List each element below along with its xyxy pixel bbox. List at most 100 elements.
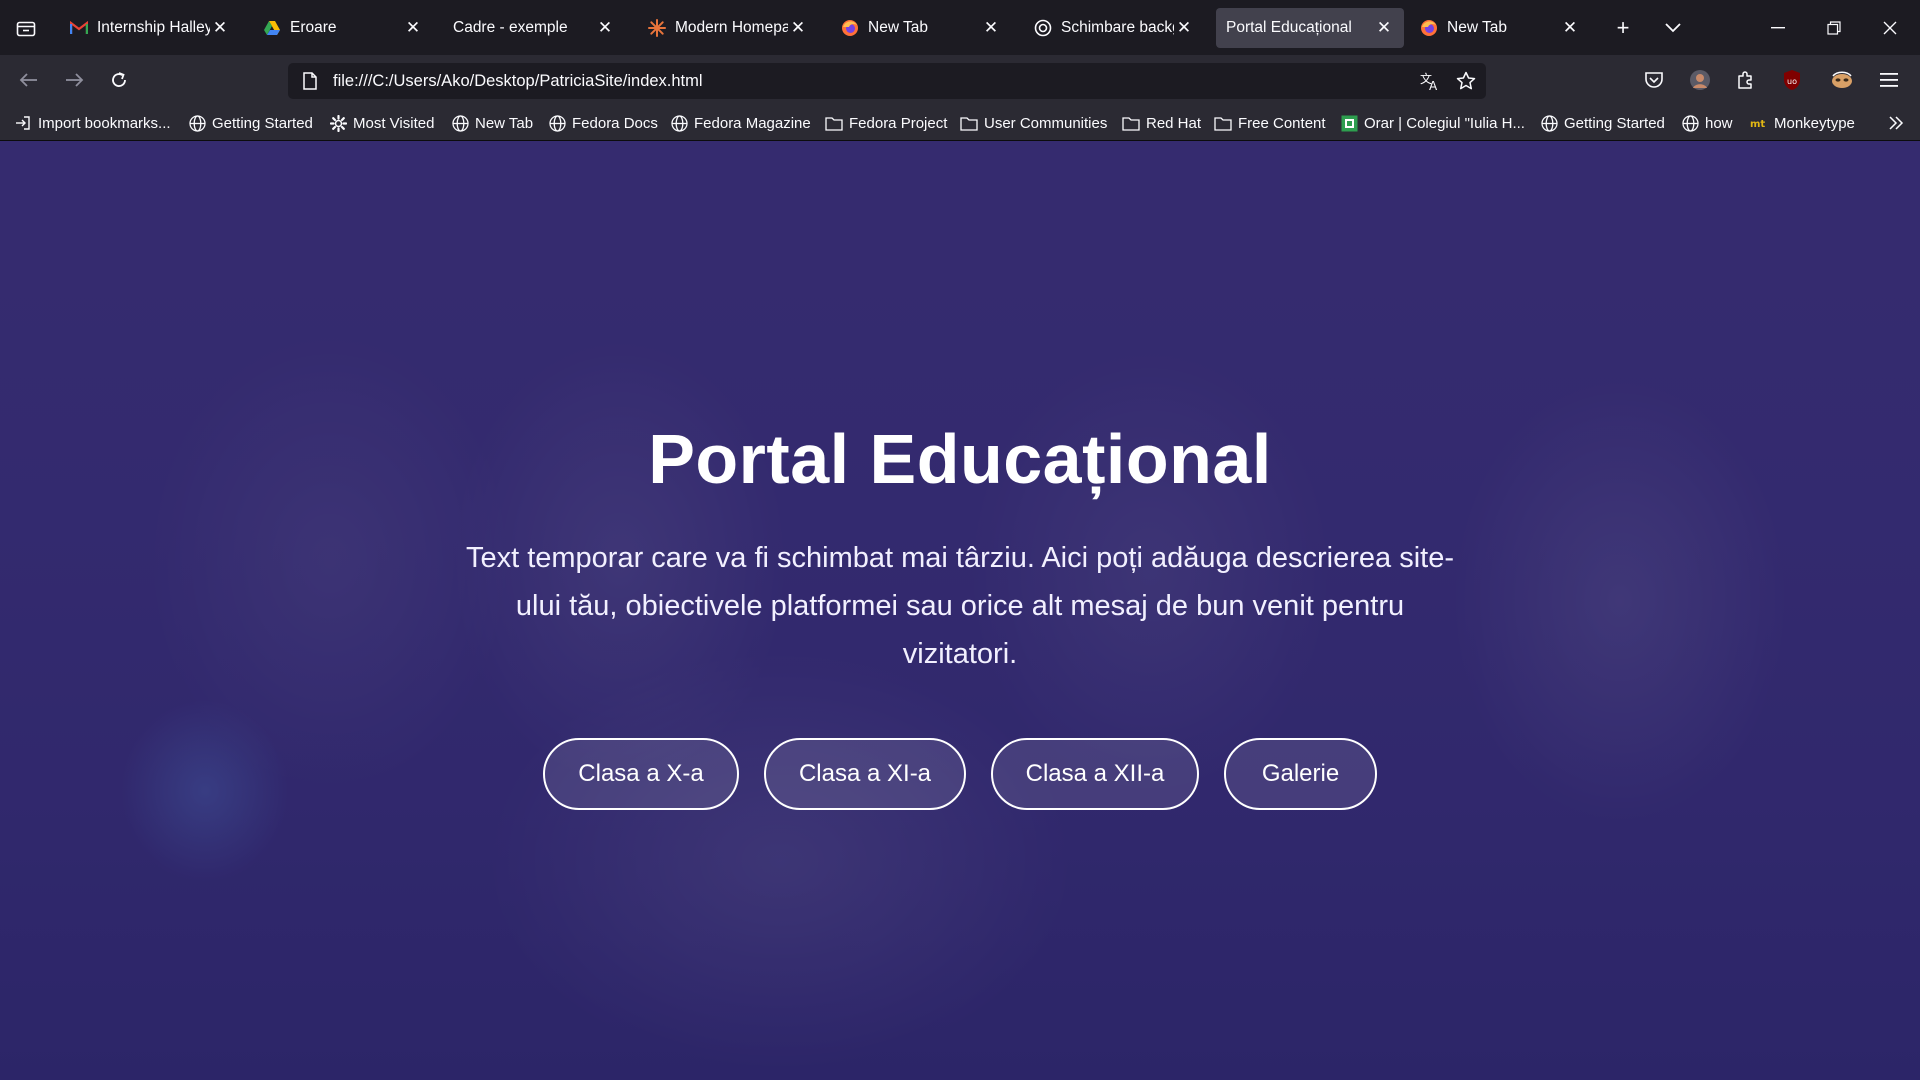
folder-icon: [960, 114, 978, 132]
navigation-toolbar: file:///C:/Users/Ako/Desktop/PatriciaSit…: [0, 55, 1920, 105]
bookmark-label: Import bookmarks...: [38, 114, 171, 132]
pocket-icon[interactable]: [1638, 64, 1670, 96]
firefox-icon: [1420, 19, 1438, 37]
hero-section: Portal Educațional Text temporar care va…: [0, 141, 1920, 1080]
bookmark-fedora-project[interactable]: Fedora Project: [825, 111, 947, 135]
bookmark-orar[interactable]: Orar | Colegiul "Iulia H...: [1340, 111, 1525, 135]
extension-face-icon[interactable]: [1826, 64, 1858, 96]
bookmark-getting-started-2[interactable]: Getting Started: [1540, 111, 1665, 135]
url-text[interactable]: file:///C:/Users/Ako/Desktop/PatriciaSit…: [333, 72, 1414, 91]
tab-eroare[interactable]: Eroare ✕: [253, 8, 433, 48]
close-tab-icon[interactable]: ✕: [1374, 18, 1394, 38]
spark-icon: [648, 19, 666, 37]
page-file-icon: [299, 70, 321, 92]
close-window-icon[interactable]: [1862, 0, 1918, 55]
bookmark-label: Orar | Colegiul "Iulia H...: [1364, 114, 1525, 132]
tab-title: Cadre - exemple: [453, 19, 568, 36]
close-tab-icon[interactable]: ✕: [788, 18, 808, 38]
bookmark-fedora-magazine[interactable]: Fedora Magazine: [670, 111, 811, 135]
globe-icon: [451, 114, 469, 132]
globe-icon: [548, 114, 566, 132]
bookmark-how[interactable]: how: [1681, 111, 1733, 135]
bookmark-label: Free Content: [1238, 114, 1326, 132]
close-tab-icon[interactable]: ✕: [403, 18, 423, 38]
new-tab-plus-icon[interactable]: +: [1607, 12, 1639, 44]
address-bar[interactable]: file:///C:/Users/Ako/Desktop/PatriciaSit…: [288, 63, 1486, 99]
close-tab-icon[interactable]: ✕: [595, 18, 615, 38]
tab-schimbare[interactable]: Schimbare backgr ✕: [1024, 8, 1204, 48]
tab-new-tab-2[interactable]: New Tab ✕: [1410, 8, 1590, 48]
green-site-icon: [1340, 114, 1358, 132]
bookmark-free-content[interactable]: Free Content: [1214, 111, 1326, 135]
page-title: Portal Educațional: [648, 420, 1272, 498]
hero-description: Text temporar care va fi schimbat mai tâ…: [465, 542, 1455, 670]
globe-icon: [670, 114, 688, 132]
google-drive-icon: [263, 19, 281, 37]
clasa-xii-button[interactable]: Clasa a XII-a: [991, 738, 1199, 810]
tab-title: Modern Homepag: [675, 19, 788, 36]
openai-icon: [1034, 19, 1052, 37]
translate-icon[interactable]: 文A: [1414, 65, 1446, 97]
hamburger-menu-icon[interactable]: [1873, 64, 1905, 96]
bookmark-star-icon[interactable]: [1450, 65, 1482, 97]
svg-text:mt: mt: [1750, 119, 1765, 129]
bookmark-getting-started[interactable]: Getting Started: [188, 111, 313, 135]
bookmark-red-hat[interactable]: Red Hat: [1122, 111, 1201, 135]
bookmark-monkeytype[interactable]: mt Monkeytype: [1750, 111, 1855, 135]
clasa-x-button[interactable]: Clasa a X-a: [543, 738, 739, 810]
globe-icon: [1540, 114, 1558, 132]
bookmarks-toolbar: Import bookmarks... Getting Started Most…: [0, 105, 1920, 141]
bookmark-import[interactable]: Import bookmarks...: [14, 111, 171, 135]
extensions-puzzle-icon[interactable]: [1730, 64, 1762, 96]
gear-icon: [329, 114, 347, 132]
tab-portal-educational[interactable]: Portal Educațional ✕: [1216, 8, 1404, 48]
import-icon: [14, 114, 32, 132]
bookmark-label: Getting Started: [1564, 114, 1665, 132]
bookmark-label: how: [1705, 114, 1733, 132]
tab-new-tab[interactable]: New Tab ✕: [831, 8, 1011, 48]
close-tab-icon[interactable]: ✕: [1174, 18, 1194, 38]
galerie-button[interactable]: Galerie: [1224, 738, 1377, 810]
bookmark-label: Red Hat: [1146, 114, 1202, 132]
close-tab-icon[interactable]: ✕: [210, 18, 230, 38]
tab-title: New Tab: [1447, 19, 1508, 36]
bookmark-label: Monkeytype: [1774, 114, 1855, 132]
ublock-origin-icon[interactable]: uo: [1776, 64, 1808, 96]
tab-title: Portal Educațional: [1226, 19, 1352, 36]
close-tab-icon[interactable]: ✕: [1560, 18, 1580, 38]
more-bookmarks-chevron-icon[interactable]: [1884, 111, 1908, 135]
reload-icon[interactable]: [102, 63, 136, 97]
bookmark-most-visited[interactable]: Most Visited: [329, 111, 434, 135]
folder-icon: [1122, 114, 1140, 132]
bookmark-label: Most Visited: [353, 114, 435, 132]
forward-arrow-icon[interactable]: [57, 63, 91, 97]
tab-title: Schimbare backgr: [1061, 19, 1174, 36]
svg-text:A: A: [1429, 79, 1438, 91]
monkeytype-icon: mt: [1750, 114, 1768, 132]
tab-overview-icon[interactable]: [10, 12, 42, 44]
close-tab-icon[interactable]: ✕: [981, 18, 1001, 38]
tab-list-chevron-icon[interactable]: [1657, 12, 1689, 44]
tab-modern-homepage[interactable]: Modern Homepag ✕: [638, 8, 818, 48]
tab-title: Eroare: [290, 19, 337, 36]
bookmark-user-communities[interactable]: User Communities: [960, 111, 1107, 135]
tab-strip: Internship Halley K ✕ Eroare ✕ Cadre - e…: [0, 0, 1920, 55]
tab-gmail[interactable]: Internship Halley K ✕: [60, 8, 240, 48]
clasa-xi-button[interactable]: Clasa a XI-a: [764, 738, 966, 810]
gmail-icon: [70, 19, 88, 37]
back-arrow-icon[interactable]: [12, 63, 46, 97]
tab-title: New Tab: [868, 19, 929, 36]
bookmark-new-tab[interactable]: New Tab: [451, 111, 533, 135]
tab-title: Internship Halley K: [97, 19, 210, 36]
account-avatar-icon[interactable]: [1684, 64, 1716, 96]
folder-icon: [825, 114, 843, 132]
tab-cadre[interactable]: Cadre - exemple ✕: [445, 8, 625, 48]
bookmark-fedora-docs[interactable]: Fedora Docs: [548, 111, 658, 135]
bookmark-label: Getting Started: [212, 114, 313, 132]
restore-icon[interactable]: [1806, 0, 1862, 55]
folder-icon: [1214, 114, 1232, 132]
minimize-icon[interactable]: [1750, 0, 1806, 55]
globe-icon: [188, 114, 206, 132]
bookmark-label: Fedora Magazine: [694, 114, 811, 132]
globe-icon: [1681, 114, 1699, 132]
